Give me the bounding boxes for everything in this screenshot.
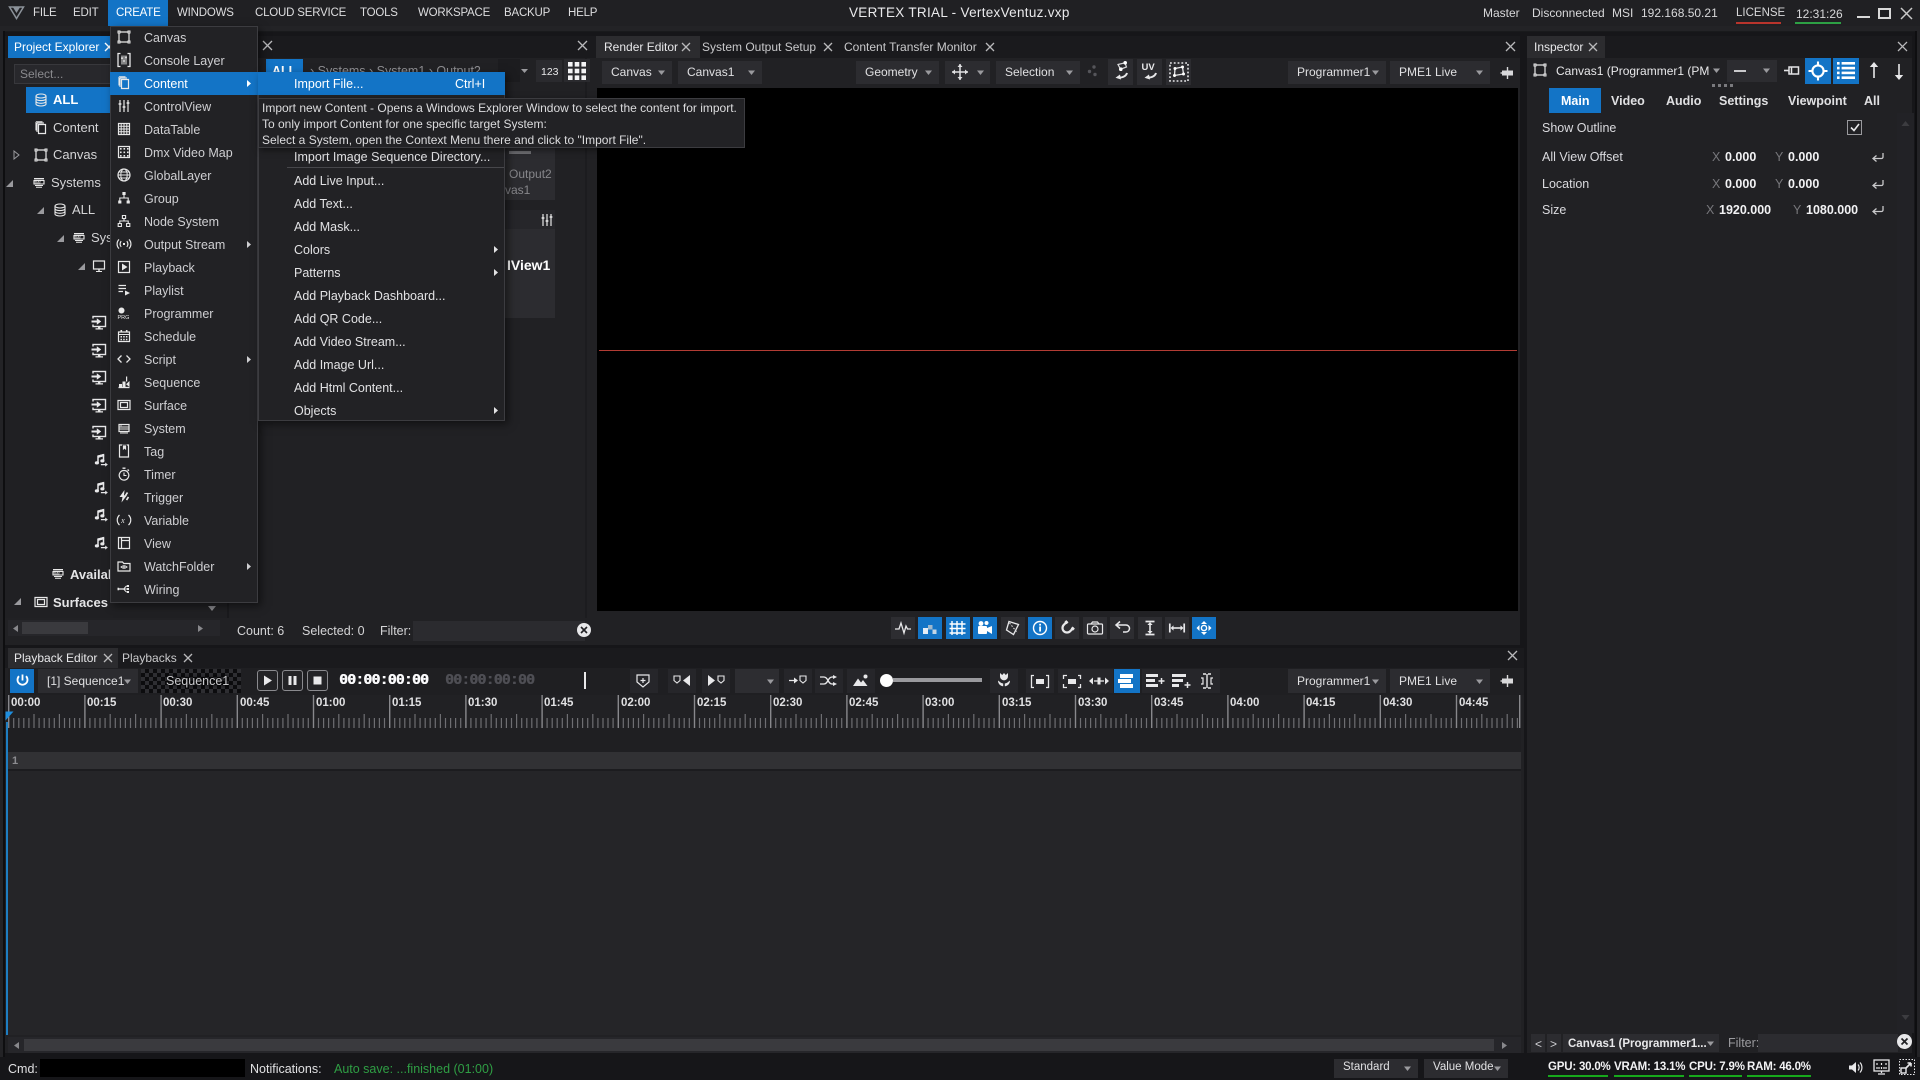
svg-text:PRG: PRG — [118, 315, 130, 321]
svg-text:UV: UV — [1142, 62, 1156, 73]
svg-text:x: x — [120, 516, 125, 525]
